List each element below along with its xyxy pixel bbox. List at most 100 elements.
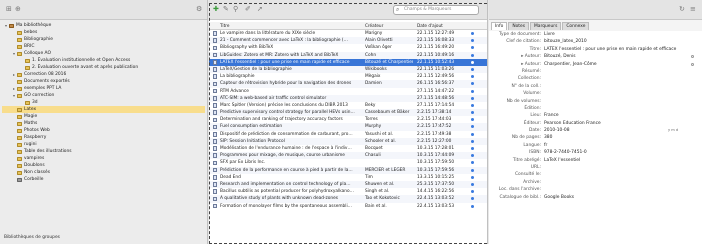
collection-item[interactable]: bebes xyxy=(2,29,205,36)
expand-toggle-icon[interactable]: ▸ xyxy=(12,71,16,78)
table-row[interactable]: Dispositif de prédiction de consommation… xyxy=(209,131,487,138)
table-row[interactable]: RTM Advance 27.1.15 14:47:22 xyxy=(209,88,487,95)
table-row[interactable]: Programmes pour mixage, de musique, cour… xyxy=(209,152,487,160)
table-row[interactable]: SIP: Session Initiation Protocol Schooler… xyxy=(209,137,487,145)
sync-icon[interactable]: ↻ xyxy=(679,6,685,13)
collection-item[interactable]: Photos Web xyxy=(2,127,205,134)
field-value[interactable]: Livre xyxy=(544,31,694,38)
table-row[interactable]: LaTeX/Gestion de la bibliographie Wikiboo… xyxy=(209,65,487,74)
collection-item[interactable]: Raspberry xyxy=(2,134,205,141)
attachment-dot-icon[interactable] xyxy=(471,75,474,79)
table-row[interactable]: Prédiction de la performance en course à… xyxy=(209,166,487,174)
field-value[interactable]: Google Books xyxy=(544,194,694,201)
attachment-dot-icon[interactable] xyxy=(471,89,474,93)
collection-item[interactable]: ▾ Ma bibliothèque xyxy=(2,22,205,29)
attachment-dot-icon[interactable] xyxy=(471,39,474,43)
table-row[interactable]: La bibliographie Mègaix 22.1.15 12:49:56 xyxy=(209,73,487,80)
collection-item[interactable]: BRIC xyxy=(2,43,205,50)
attachment-dot-icon[interactable] xyxy=(471,190,474,194)
collection-item[interactable]: ▸ exemples PPT LA xyxy=(2,85,205,92)
table-row[interactable]: A qualitative study of plants with unkno… xyxy=(209,195,487,203)
attachment-dot-icon[interactable] xyxy=(471,175,474,179)
attachment-dot-icon[interactable] xyxy=(471,168,474,172)
table-row[interactable]: Bibliography with BibTeX Voßkan ôger 22.1.… xyxy=(209,44,487,51)
field-value[interactable]: fr xyxy=(544,142,694,149)
table-row[interactable]: Dead End Tim 13.3.15 10:15:25 xyxy=(209,174,487,181)
column-date[interactable]: Date d'ajout xyxy=(417,22,443,30)
info-tab[interactable]: Marqueurs xyxy=(530,22,562,30)
attachment-dot-icon[interactable] xyxy=(471,82,474,86)
collection-item[interactable]: Maths xyxy=(2,120,205,127)
collection-item[interactable]: ▾ Colloque AO xyxy=(2,50,205,57)
table-row[interactable]: Determination and ranking of trajectory … xyxy=(209,116,487,123)
field-value[interactable]: Bitouzé, Denis xyxy=(544,53,694,60)
attachment-dot-icon[interactable] xyxy=(471,96,474,100)
attachment-dot-icon[interactable] xyxy=(471,103,474,107)
attachment-dot-icon[interactable] xyxy=(471,147,474,150)
collection-item[interactable]: Bibliographie xyxy=(2,36,205,43)
attachment-dot-icon[interactable] xyxy=(471,67,474,71)
field-value[interactable]: bitouze_latex_2010 xyxy=(544,38,694,45)
info-tab[interactable]: Info xyxy=(491,22,508,30)
menu-icon[interactable]: ≡ xyxy=(690,6,696,13)
collection-item[interactable]: Non classés xyxy=(2,169,205,176)
new-collection-icon[interactable]: ⊞ xyxy=(6,6,12,13)
attachment-dot-icon[interactable] xyxy=(471,204,474,208)
attachment-dot-icon[interactable] xyxy=(471,46,474,50)
table-row[interactable]: Predictive supervisory control strategy … xyxy=(209,109,487,117)
locate-icon[interactable]: ➚ xyxy=(257,6,263,13)
column-title[interactable]: Titre xyxy=(220,22,229,30)
table-row[interactable]: Marc Spitler (Version) précise les concl… xyxy=(209,102,487,109)
attachment-dot-icon[interactable] xyxy=(471,197,474,201)
table-row[interactable]: Capteur de rétrovision hybride pour la n… xyxy=(209,80,487,88)
attachment-dot-icon[interactable] xyxy=(471,132,474,136)
field-value[interactable]: Charpentier, Jean-Côme xyxy=(544,61,694,68)
collection-item[interactable]: Corbeille xyxy=(2,176,205,183)
table-row[interactable]: ATC-SIM: a web-based air traffic control… xyxy=(209,94,487,102)
table-row[interactable]: Fuel consumption estimation Murphy 2.2.15 … xyxy=(209,123,487,131)
field-value[interactable]: Pearson Education France xyxy=(544,120,694,127)
search-input[interactable]: ⌕ Champs & Marqueurs xyxy=(393,5,479,15)
table-row[interactable]: SFX par Ex Libris Inc. 10.3.15 17:59:50 xyxy=(209,159,487,166)
table-row[interactable]: Modélisation de l'endurance humaine : de… xyxy=(209,145,487,152)
attachment-dot-icon[interactable] xyxy=(471,125,474,129)
table-row[interactable]: LibGuides: Zotero et MR: Zotero with LaT… xyxy=(209,51,487,59)
attachment-dot-icon[interactable] xyxy=(471,139,474,143)
expand-toggle-icon[interactable]: ▸ xyxy=(12,85,16,92)
attachment-dot-icon[interactable] xyxy=(471,154,474,158)
table-row[interactable]: Formation of monolayer films by the spon… xyxy=(209,203,487,210)
info-tab[interactable]: Connexe xyxy=(562,22,590,30)
attachment-dot-icon[interactable] xyxy=(471,111,474,115)
field-value[interactable]: France xyxy=(544,112,694,119)
collection-item[interactable]: ▾ GO correction xyxy=(2,92,205,99)
new-note-icon[interactable]: ✐ xyxy=(245,6,251,13)
attachment-dot-icon[interactable] xyxy=(471,60,474,64)
collection-item[interactable]: Magie xyxy=(2,113,205,120)
expand-toggle-icon[interactable]: ▾ xyxy=(12,92,16,99)
field-value[interactable]: 978-2-7440-7451-0 xyxy=(544,149,694,156)
collection-item[interactable]: Latex xyxy=(2,106,205,113)
attachment-dot-icon[interactable] xyxy=(471,53,474,57)
collection-item[interactable]: 3d xyxy=(2,99,205,106)
field-value[interactable]: LaTeX l'essentiel xyxy=(544,157,694,164)
table-row[interactable]: Bacillus subtilis as potential producer … xyxy=(209,188,487,195)
new-group-icon[interactable]: ⊕ xyxy=(15,6,21,13)
gear-icon[interactable]: ⚙ xyxy=(196,6,202,13)
table-row[interactable]: LATEX l'essentiel : pour une prise en ma… xyxy=(209,58,487,66)
expand-toggle-icon[interactable]: ▾ xyxy=(4,22,8,29)
group-libraries-label[interactable]: Bibliothèques de groupes xyxy=(4,235,60,240)
attachment-dot-icon[interactable] xyxy=(471,32,474,35)
column-creator[interactable]: Créateur xyxy=(365,22,383,30)
collection-item[interactable]: 2. Évaluation ouverte avant et après pub… xyxy=(2,64,205,71)
field-value[interactable]: LATEX l'essentiel : pour une prise en ma… xyxy=(544,46,694,53)
add-by-identifier-icon[interactable]: ✎ xyxy=(223,6,229,13)
expand-toggle-icon[interactable]: ▾ xyxy=(12,50,16,57)
attachment-icon[interactable]: ⚲ xyxy=(233,6,238,13)
collection-item[interactable]: Documents exportés xyxy=(2,78,205,85)
attachment-dot-icon[interactable] xyxy=(471,161,474,165)
collection-item[interactable]: vampires xyxy=(2,155,205,162)
table-row[interactable]: Le vampire dans la littérature du XIXe s… xyxy=(209,30,487,37)
collection-item[interactable]: ▸ Correction 08 2016 xyxy=(2,71,205,78)
collection-item[interactable]: Doublons xyxy=(2,162,205,169)
table-row[interactable]: Research and implementation on control t… xyxy=(209,180,487,189)
